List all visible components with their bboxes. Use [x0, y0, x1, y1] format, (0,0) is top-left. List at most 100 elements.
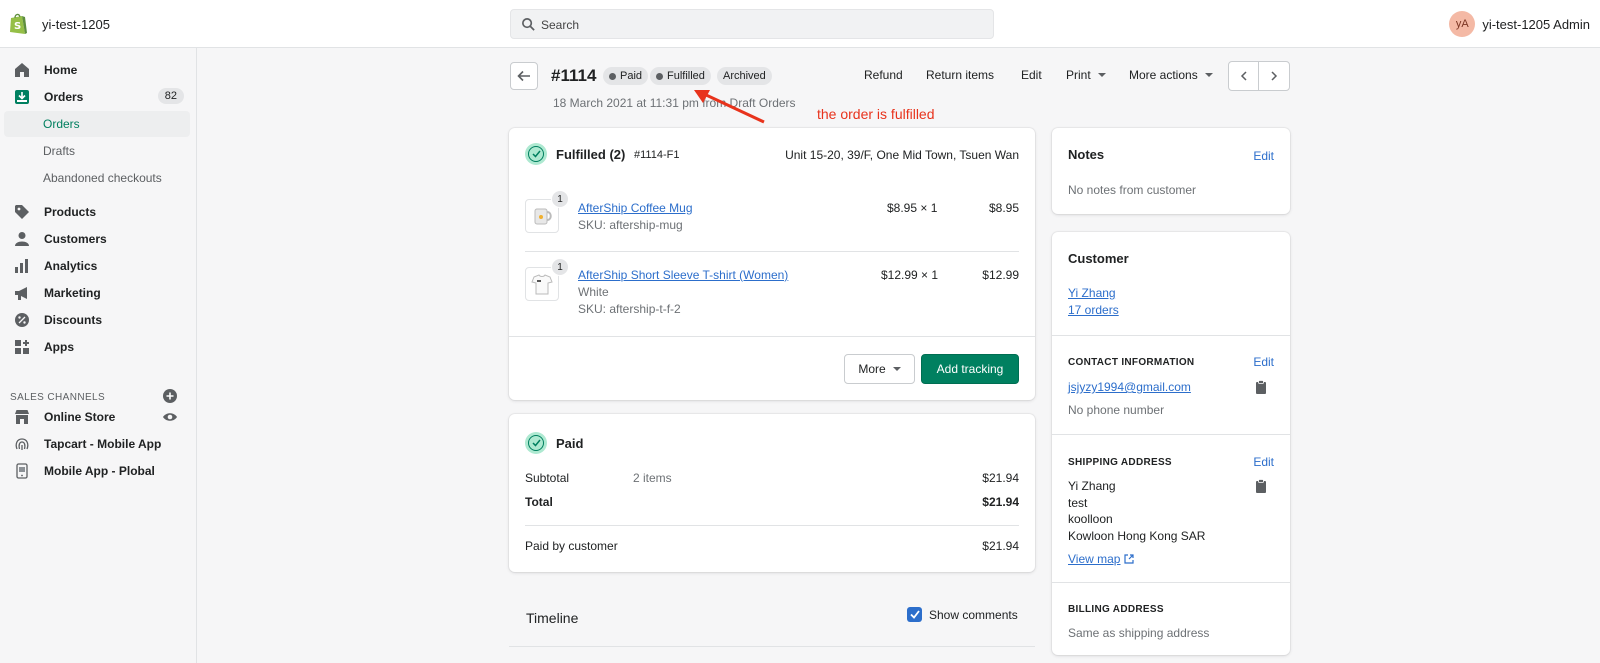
print-label: Print — [1066, 68, 1091, 82]
caret-down-icon — [1204, 73, 1213, 77]
annotation-text: the order is fulfilled — [817, 106, 935, 122]
sidebar-item-label: Online Store — [44, 410, 116, 424]
sales-channels-title: SALES CHANNELS — [10, 392, 106, 403]
status-badge-paid: Paid — [603, 67, 649, 85]
external-link-icon — [1124, 554, 1135, 564]
more-dropdown-button[interactable]: More — [844, 354, 915, 384]
sidebar-item-label: Mobile App - Plobal — [44, 464, 155, 478]
sidebar-item-analytics[interactable]: Analytics — [4, 253, 190, 279]
sidebar-item-label: Discounts — [44, 313, 103, 327]
show-comments-checkbox[interactable] — [907, 607, 922, 622]
customer-phone: No phone number — [1068, 403, 1165, 417]
paid-by-label: Paid by customer — [525, 539, 618, 553]
customer-name-link[interactable]: Yi Zhang — [1068, 286, 1116, 300]
timeline-title: Timeline — [526, 610, 579, 626]
svg-text:S: S — [14, 21, 21, 32]
add-tracking-button[interactable]: Add tracking — [921, 354, 1019, 384]
person-icon — [14, 231, 30, 247]
sidebar-item-products[interactable]: Products — [4, 199, 190, 225]
sidebar-item-label: Products — [44, 205, 97, 219]
sidebar-item-label: Tapcart - Mobile App — [44, 437, 162, 451]
notes-text: No notes from customer — [1068, 183, 1197, 197]
sidebar-subitem-abandoned-checkouts[interactable]: Abandoned checkouts — [4, 165, 190, 191]
arrow-left-icon — [517, 70, 530, 82]
sidebar-item-label: Marketing — [44, 286, 101, 300]
caret-down-icon — [892, 367, 901, 371]
tag-icon — [14, 204, 30, 220]
sidebar-item-plobal[interactable]: Mobile App - Plobal — [4, 458, 190, 484]
badge-label: Paid — [620, 70, 643, 82]
refund-button[interactable]: Refund — [864, 68, 903, 82]
sidebar-subitem-drafts[interactable]: Drafts — [4, 138, 190, 164]
shopify-logo-icon[interactable]: S — [8, 12, 28, 36]
customer-email-link[interactable]: jsjyzy1994@gmail.com — [1068, 380, 1191, 394]
sidebar-item-tapcart[interactable]: Tapcart - Mobile App — [4, 431, 190, 457]
product-total: $12.99 — [982, 268, 1019, 282]
subtotal-value: $21.94 — [982, 471, 1019, 485]
dot-icon — [656, 72, 663, 80]
print-dropdown[interactable]: Print — [1066, 68, 1106, 82]
product-link[interactable]: AfterShip Coffee Mug — [578, 201, 693, 215]
sidebar-item-apps[interactable]: Apps — [4, 334, 190, 360]
sidebar-item-orders[interactable]: Orders 82 — [4, 84, 190, 110]
add-channel-icon[interactable] — [163, 389, 177, 403]
sidebar-subitem-orders[interactable]: Orders — [4, 111, 190, 137]
product-price: $8.95 × 1 — [887, 201, 938, 215]
eye-icon[interactable] — [162, 409, 178, 425]
search-icon — [522, 18, 535, 31]
previous-order-button[interactable] — [1229, 62, 1260, 90]
shipping-edit-button[interactable]: Edit — [1253, 455, 1274, 469]
user-name: yi-test-1205 Admin — [1482, 16, 1590, 32]
sidebar-item-home[interactable]: Home — [4, 57, 190, 83]
sidebar: Home Orders 82 Orders Drafts Abandoned c… — [0, 48, 197, 663]
user-menu[interactable]: yA yi-test-1205 Admin — [1449, 11, 1590, 37]
customer-orders-link[interactable]: 17 orders — [1068, 303, 1119, 317]
sidebar-item-label: Customers — [44, 232, 107, 246]
sidebar-item-label: Home — [44, 63, 78, 77]
sidebar-item-label: Apps — [44, 340, 74, 354]
back-button[interactable] — [510, 62, 538, 90]
contact-edit-button[interactable]: Edit — [1253, 355, 1274, 369]
sidebar-item-customers[interactable]: Customers — [4, 226, 190, 252]
product-variant: White — [578, 285, 609, 299]
paid-by-value: $21.94 — [982, 539, 1019, 553]
shop-name[interactable]: yi-test-1205 — [42, 17, 110, 32]
shipping-line: koolloon — [1068, 512, 1113, 526]
notes-edit-button[interactable]: Edit — [1253, 149, 1274, 163]
store-icon — [14, 409, 30, 425]
top-bar: S yi-test-1205 Search yA yi-test-1205 Ad… — [0, 0, 1600, 48]
return-items-button[interactable]: Return items — [926, 68, 994, 82]
fingerprint-icon — [14, 436, 30, 452]
clipboard-icon[interactable] — [1255, 479, 1267, 493]
view-map-link[interactable]: View map — [1068, 552, 1135, 566]
clipboard-icon[interactable] — [1255, 380, 1267, 394]
shipping-address-title: SHIPPING ADDRESS — [1068, 457, 1172, 468]
contact-information-title: CONTACT INFORMATION — [1068, 357, 1195, 368]
check-circle-icon — [525, 432, 547, 454]
sidebar-item-discounts[interactable]: Discounts — [4, 307, 190, 333]
total-value: $21.94 — [982, 495, 1019, 509]
caret-down-icon — [1097, 73, 1106, 77]
divider — [1052, 335, 1290, 336]
product-link[interactable]: AfterShip Short Sleeve T-shirt (Women) — [578, 268, 788, 282]
next-order-button[interactable] — [1259, 62, 1289, 90]
sidebar-item-label: Orders — [44, 90, 84, 104]
checkmark-icon — [909, 610, 920, 619]
subtotal-label: Subtotal — [525, 471, 570, 485]
sidebar-item-marketing[interactable]: Marketing — [4, 280, 190, 306]
status-badge-archived: Archived — [717, 67, 772, 85]
mobile-app-icon — [14, 463, 30, 479]
show-comments-label: Show comments — [929, 608, 1018, 622]
divider — [525, 525, 1019, 526]
more-actions-dropdown[interactable]: More actions — [1129, 68, 1213, 82]
order-pager — [1228, 61, 1290, 91]
search-bar[interactable]: Search — [510, 9, 994, 39]
subtotal-items: 2 items — [633, 471, 672, 485]
avatar: yA — [1449, 11, 1476, 37]
notes-card: Notes Edit No notes from customer — [1052, 128, 1290, 214]
edit-order-button[interactable]: Edit — [1021, 68, 1042, 82]
dot-icon — [609, 72, 616, 80]
search-input[interactable]: Search — [541, 18, 579, 32]
divider — [1052, 582, 1290, 583]
badge-label: Archived — [723, 70, 766, 82]
